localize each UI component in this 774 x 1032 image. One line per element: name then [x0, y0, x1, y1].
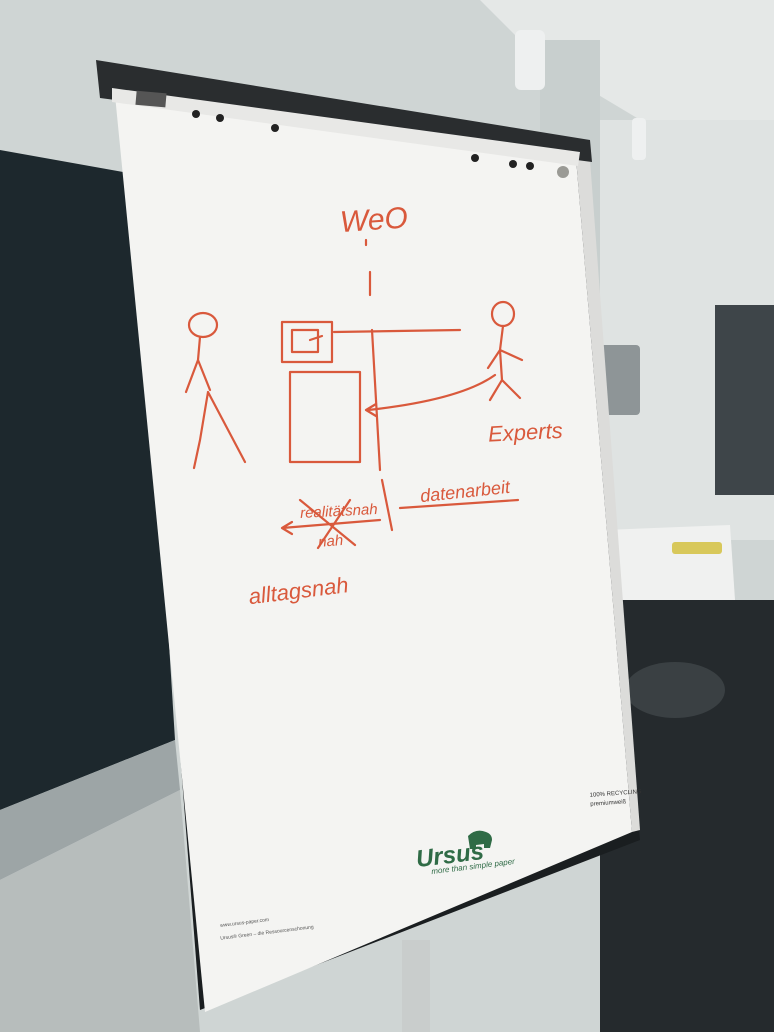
trash-bag	[625, 662, 725, 718]
binding-hole	[509, 160, 517, 168]
handwriting-experts-label: Experts	[487, 418, 563, 447]
binding-hole	[471, 154, 479, 162]
smoke-detector	[515, 30, 545, 90]
sponge	[672, 542, 722, 554]
clamp-screw	[557, 166, 569, 178]
sink	[605, 525, 735, 605]
handwriting-top-label: WeO	[339, 201, 409, 239]
binding-hole	[192, 110, 200, 118]
handwriting-crossed-label: nah	[317, 532, 343, 551]
binding-hole	[526, 162, 534, 170]
binding-hole	[216, 114, 224, 122]
photo-scene: WeO Experts datenarbeit realitätsnah nah…	[0, 0, 774, 1032]
monitor	[715, 305, 774, 495]
barcode	[135, 90, 167, 108]
easel-pole	[402, 940, 430, 1032]
wall-sensor	[632, 118, 646, 160]
binding-hole	[271, 124, 279, 132]
recycling-badge: 100% RECYCLING premiumweiß	[589, 788, 642, 810]
